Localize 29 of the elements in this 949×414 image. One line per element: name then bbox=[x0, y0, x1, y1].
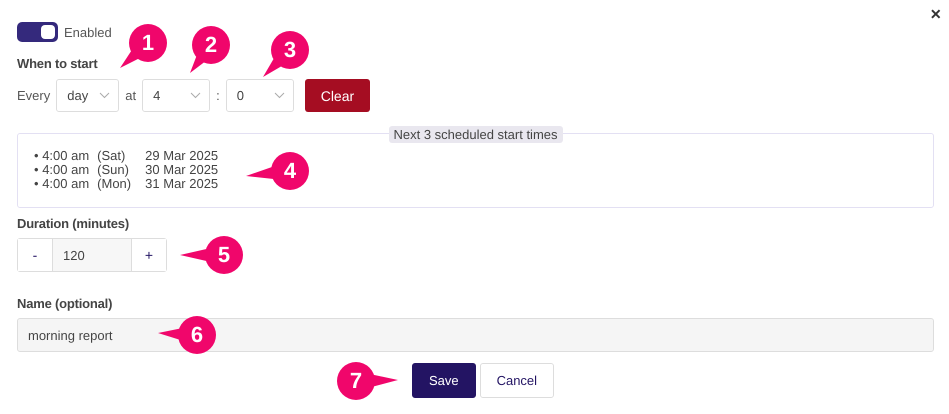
at-label: at bbox=[125, 88, 136, 103]
start-time: • 4:00 am bbox=[34, 149, 90, 163]
duration-field[interactable]: 120 bbox=[52, 239, 132, 271]
chevron-icon bbox=[99, 92, 110, 99]
weekday: (Sat) bbox=[97, 149, 126, 163]
start-time: • 4:00 am bbox=[34, 163, 90, 177]
panel-legend: Next 3 scheduled start times bbox=[388, 126, 563, 143]
cancel-button[interactable]: Cancel bbox=[480, 363, 554, 398]
weekday: (Sun) bbox=[97, 163, 130, 177]
weekday: (Mon) bbox=[97, 177, 132, 191]
every-label: Every bbox=[17, 88, 50, 103]
duration-label: Duration (minutes) bbox=[17, 216, 130, 231]
toggle-label: Enabled bbox=[64, 24, 112, 40]
name-label: Name (optional) bbox=[17, 296, 114, 311]
section-label: When to start bbox=[17, 56, 98, 71]
hour-select[interactable]: 4 bbox=[142, 79, 210, 112]
start-time: • 4:00 am bbox=[34, 177, 90, 191]
chevron-icon bbox=[274, 92, 285, 99]
time-separator: : bbox=[216, 88, 220, 103]
unit-select[interactable]: day bbox=[56, 79, 120, 112]
toggle-switch[interactable] bbox=[17, 22, 58, 42]
clear-button[interactable]: Clear bbox=[304, 79, 370, 112]
minute-select[interactable]: 0 bbox=[226, 79, 294, 112]
start-date: 30 Mar 2025 bbox=[145, 163, 218, 177]
save-button[interactable]: Save bbox=[412, 363, 476, 398]
close-button[interactable]: × bbox=[926, 4, 945, 25]
chevron-icon bbox=[190, 92, 202, 99]
start-date: 29 Mar 2025 bbox=[145, 149, 218, 163]
start-date: 31 Mar 2025 bbox=[145, 177, 218, 191]
